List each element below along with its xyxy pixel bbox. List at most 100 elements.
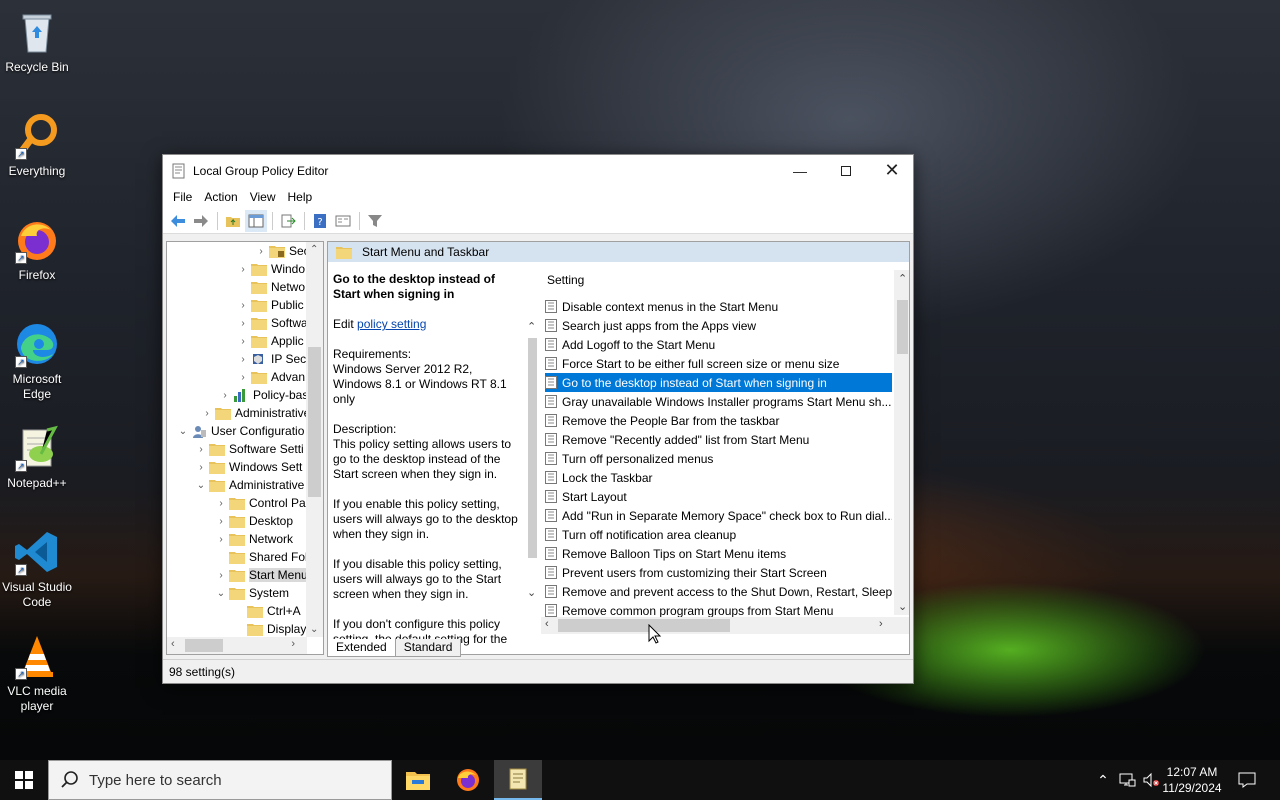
tree-item[interactable]: › Policy-bas: [217, 386, 308, 404]
scroll-up-icon[interactable]: ⌃: [310, 244, 318, 255]
scroll-down-icon[interactable]: ⌄: [527, 586, 536, 599]
scroll-up-icon[interactable]: ⌃: [527, 320, 536, 333]
taskbar-firefox[interactable]: [444, 760, 492, 800]
menu-action[interactable]: Action: [198, 190, 243, 204]
desktop-icon-firefox[interactable]: ↗ Firefox: [0, 216, 74, 283]
setting-row[interactable]: Gray unavailable Windows Installer progr…: [545, 392, 892, 411]
desktop-icon-everything[interactable]: ↗ Everything: [0, 112, 74, 179]
back-button[interactable]: [167, 210, 189, 232]
expand-icon[interactable]: ›: [235, 372, 251, 383]
scroll-left-icon[interactable]: ‹: [171, 638, 175, 650]
tree-item[interactable]: › Network: [213, 530, 293, 548]
tree-vertical-scrollbar[interactable]: ⌃ ⌄: [306, 242, 323, 637]
scroll-up-icon[interactable]: ⌃: [898, 272, 907, 285]
tree-item[interactable]: › Softwa: [235, 314, 308, 332]
menu-file[interactable]: File: [167, 190, 198, 204]
setting-row[interactable]: Turn off notification area cleanup: [545, 525, 892, 544]
show-hide-tree-button[interactable]: [245, 209, 267, 232]
collapse-icon[interactable]: ⌄: [193, 480, 209, 491]
settings-hscroll-thumb[interactable]: [558, 619, 730, 632]
setting-row[interactable]: Remove "Recently added" list from Start …: [545, 430, 892, 449]
expand-icon[interactable]: ›: [235, 318, 251, 329]
scroll-right-icon[interactable]: ›: [879, 618, 883, 630]
tree-item[interactable]: Ctrl+A: [231, 602, 301, 620]
scroll-down-icon[interactable]: ⌄: [310, 624, 318, 635]
filter-button[interactable]: [364, 210, 386, 232]
menu-view[interactable]: View: [244, 190, 282, 204]
expand-icon[interactable]: ›: [213, 534, 229, 545]
setting-row[interactable]: Remove and prevent access to the Shut Do…: [545, 582, 892, 601]
tree-item[interactable]: ⌄ System: [213, 584, 289, 602]
setting-row[interactable]: Search just apps from the Apps view: [545, 316, 892, 335]
expand-icon[interactable]: ›: [193, 462, 209, 473]
setting-row[interactable]: Remove Balloon Tips on Start Menu items: [545, 544, 892, 563]
minimize-button[interactable]: —: [777, 155, 823, 186]
expand-icon[interactable]: ›: [217, 390, 233, 401]
expand-icon[interactable]: ›: [235, 354, 251, 365]
setting-row[interactable]: Go to the desktop instead of Start when …: [545, 373, 892, 392]
tree-item[interactable]: › Start Menu: [213, 566, 308, 584]
setting-row[interactable]: Add "Run in Separate Memory Space" check…: [545, 506, 892, 525]
tree-item[interactable]: › Desktop: [213, 512, 293, 530]
up-folder-button[interactable]: [222, 210, 244, 232]
start-button[interactable]: [0, 760, 48, 800]
tab-standard[interactable]: Standard: [394, 639, 462, 657]
tree-item[interactable]: ⌄ Administrative: [193, 476, 304, 494]
description-scroll-thumb[interactable]: [528, 338, 537, 558]
taskbar-group-policy-editor[interactable]: [494, 760, 542, 800]
help-button[interactable]: ?: [309, 210, 331, 232]
setting-row[interactable]: Force Start to be either full screen siz…: [545, 354, 892, 373]
settings-scroll-thumb[interactable]: [897, 300, 908, 354]
export-list-button[interactable]: [277, 210, 299, 232]
scroll-down-icon[interactable]: ⌄: [898, 600, 907, 613]
expand-icon[interactable]: ›: [213, 516, 229, 527]
settings-horizontal-scrollbar[interactable]: ‹ ›: [541, 617, 909, 634]
desktop-icon-recycle-bin[interactable]: Recycle Bin: [0, 8, 74, 75]
expand-icon[interactable]: ›: [213, 570, 229, 581]
tree-item[interactable]: Display: [231, 620, 306, 638]
tree-scroll-thumb[interactable]: [308, 347, 321, 497]
volume-button[interactable]: [1140, 760, 1162, 800]
tree-item[interactable]: › Control Pa: [213, 494, 306, 512]
desktop-icon-vscode[interactable]: ↗ Visual Studio Code: [0, 528, 74, 610]
scroll-right-icon[interactable]: ›: [291, 638, 295, 650]
close-button[interactable]: ✕: [869, 155, 915, 186]
tree-item[interactable]: › Applic: [235, 332, 304, 350]
expand-icon[interactable]: ›: [235, 300, 251, 311]
show-hidden-icons-button[interactable]: ⌃: [1094, 760, 1112, 800]
maximize-button[interactable]: [823, 155, 869, 186]
taskbar-file-explorer[interactable]: [394, 760, 442, 800]
expand-icon[interactable]: ›: [213, 498, 229, 509]
tree-item[interactable]: › Advan: [235, 368, 305, 386]
collapse-icon[interactable]: ⌄: [213, 588, 229, 599]
network-status-button[interactable]: [1116, 760, 1138, 800]
desktop-icon-vlc[interactable]: ↗ VLC media player: [0, 632, 74, 714]
settings-vertical-scrollbar[interactable]: ⌃ ⌄: [894, 270, 909, 615]
tree-item[interactable]: Shared Fol: [213, 548, 308, 566]
taskbar-search-box[interactable]: Type here to search: [48, 760, 392, 800]
tree-horizontal-scrollbar[interactable]: ‹ ›: [167, 637, 307, 654]
tab-extended[interactable]: Extended: [327, 639, 396, 657]
setting-row[interactable]: Turn off personalized menus: [545, 449, 892, 468]
tree-item[interactable]: › Windows Sett: [193, 458, 302, 476]
desktop-icon-edge[interactable]: ↗ Microsoft Edge: [0, 320, 74, 402]
tree-item[interactable]: › Sec: [253, 242, 310, 260]
expand-icon[interactable]: ›: [193, 444, 209, 455]
setting-row[interactable]: Add Logoff to the Start Menu: [545, 335, 892, 354]
menu-help[interactable]: Help: [282, 190, 319, 204]
column-header-setting[interactable]: Setting: [547, 273, 584, 287]
expand-icon[interactable]: ›: [199, 408, 215, 419]
description-scrollbar[interactable]: ⌃ ⌄: [524, 320, 541, 620]
notifications-button[interactable]: [1232, 760, 1262, 800]
tree-item[interactable]: Netwo: [235, 278, 305, 296]
forward-button[interactable]: [190, 210, 212, 232]
setting-row[interactable]: Prevent users from customizing their Sta…: [545, 563, 892, 582]
taskbar-clock[interactable]: 12:07 AM 11/29/2024: [1160, 764, 1224, 796]
tree-item[interactable]: ⌄ User Configuratio: [175, 422, 304, 440]
expand-icon[interactable]: ›: [235, 336, 251, 347]
expand-icon[interactable]: ›: [253, 246, 269, 257]
setting-row[interactable]: Lock the Taskbar: [545, 468, 892, 487]
collapse-icon[interactable]: ⌄: [175, 426, 191, 437]
tree-hscroll-thumb[interactable]: [185, 639, 223, 652]
title-bar[interactable]: Local Group Policy Editor — ✕: [163, 155, 913, 186]
